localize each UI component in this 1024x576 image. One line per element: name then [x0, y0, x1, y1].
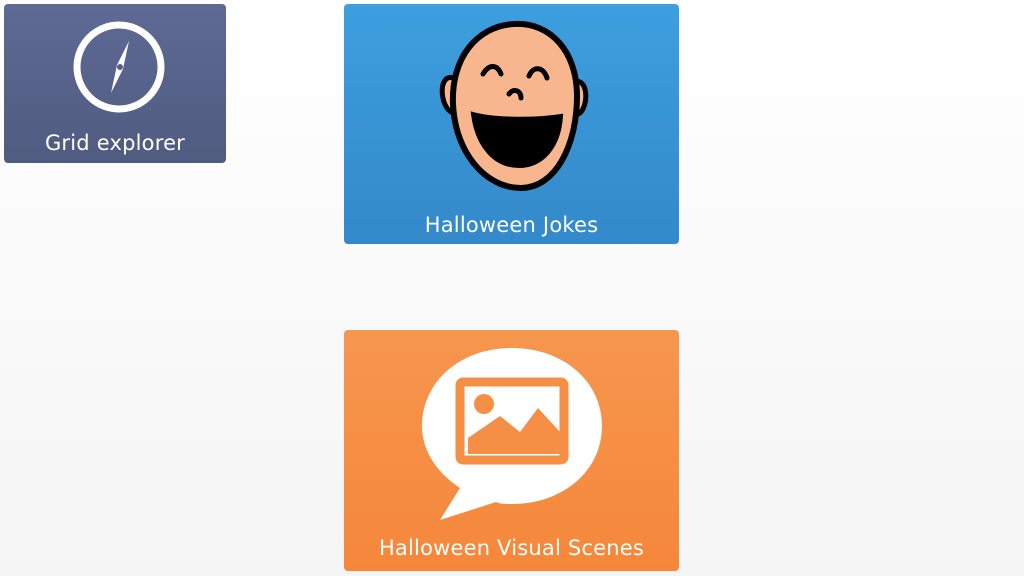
halloween-jokes-label: Halloween Jokes	[424, 213, 599, 237]
compass-icon	[73, 21, 165, 113]
launcher-screen: Grid explorer Halloween Jokes Halloween …	[0, 0, 1024, 576]
laughing-face-icon	[439, 20, 589, 192]
speech-bubble-image-icon	[422, 348, 602, 520]
grid-explorer-tile[interactable]: Grid explorer	[4, 4, 226, 163]
halloween-jokes-tile[interactable]: Halloween Jokes	[344, 4, 679, 244]
halloween-visual-scenes-tile[interactable]: Halloween Visual Scenes	[344, 330, 679, 571]
halloween-visual-scenes-label: Halloween Visual Scenes	[378, 536, 645, 560]
grid-explorer-label: Grid explorer	[44, 131, 186, 155]
